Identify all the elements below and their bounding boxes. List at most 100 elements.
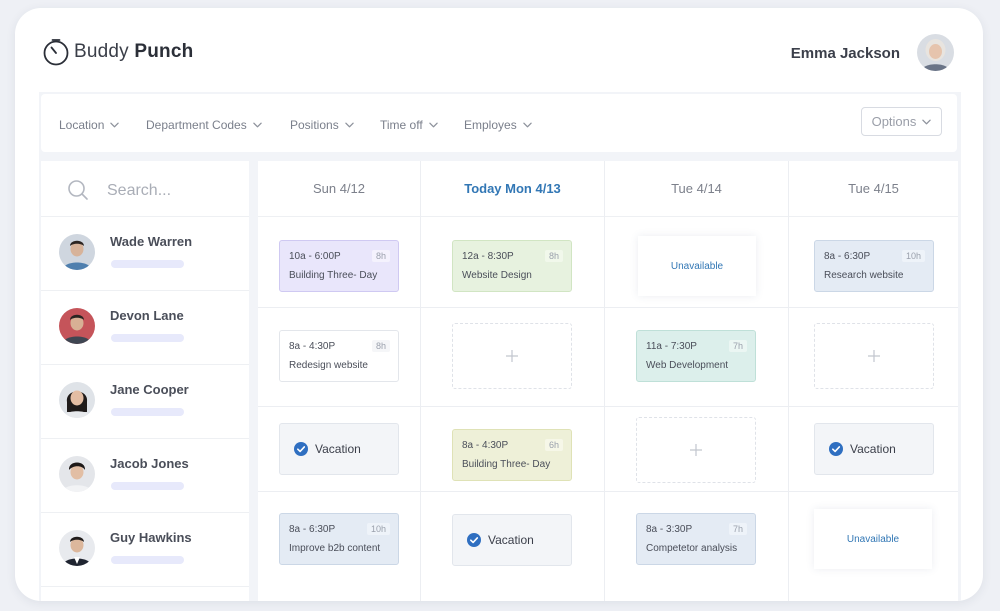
- brand-name-light: Buddy: [74, 41, 129, 62]
- shift-hours-badge: 8h: [371, 340, 390, 352]
- shift-title: Improve b2b content: [289, 543, 381, 554]
- day-header-tue-4-14[interactable]: Tue 4/14: [605, 161, 788, 217]
- shift-title: Building Three- Day: [289, 270, 378, 281]
- employee-row-wade-warren[interactable]: Wade Warren: [41, 217, 249, 291]
- shift-hours-badge: 10h: [901, 250, 925, 262]
- employee-name: Guy Hawkins: [110, 530, 192, 545]
- row-divider: [258, 491, 958, 492]
- vacation-card[interactable]: Vacation: [814, 423, 934, 475]
- search-icon: [68, 180, 88, 200]
- employee-placeholder-bar: [111, 260, 184, 268]
- user-name: Emma Jackson: [790, 45, 900, 62]
- filter-positions[interactable]: Positions: [290, 118, 354, 132]
- avatar: [59, 382, 95, 418]
- shift-card[interactable]: 8a - 4:30P 8h Redesign website: [279, 330, 399, 382]
- scheduler-content: Location Department Codes Positions Time…: [39, 92, 961, 601]
- shift-card[interactable]: 10a - 6:00P 8h Building Three- Day: [279, 240, 399, 292]
- employee-search: [41, 161, 249, 217]
- shift-hours-badge: 8h: [544, 250, 563, 262]
- check-circle-icon: [294, 442, 308, 456]
- app-header: Buddy Punch Emma Jackson: [15, 8, 983, 96]
- shift-title: Website Design: [462, 270, 532, 281]
- vacation-label: Vacation: [315, 442, 361, 456]
- filter-time-off[interactable]: Time off: [380, 118, 438, 132]
- plus-icon: [505, 349, 519, 363]
- day-header-today[interactable]: Today Mon 4/13: [421, 161, 604, 217]
- vacation-card[interactable]: Vacation: [452, 514, 572, 566]
- chevron-down-icon: [345, 122, 354, 128]
- chevron-down-icon: [922, 119, 931, 125]
- add-shift-slot[interactable]: [452, 323, 572, 389]
- shift-card[interactable]: 12a - 8:30P 8h Website Design: [452, 240, 572, 292]
- chevron-down-icon: [110, 122, 119, 128]
- employee-photo-icon: [59, 530, 95, 566]
- brand-logo[interactable]: Buddy Punch: [42, 38, 193, 66]
- employee-row-jacob-jones[interactable]: Jacob Jones: [41, 439, 249, 513]
- shift-hours-badge: 6h: [544, 439, 563, 451]
- filter-department-codes[interactable]: Department Codes: [146, 118, 262, 132]
- column-divider: [420, 161, 421, 601]
- check-circle-icon: [829, 442, 843, 456]
- unavailable-slot[interactable]: Unavailable: [638, 236, 756, 296]
- chevron-down-icon: [523, 122, 532, 128]
- unavailable-slot[interactable]: Unavailable: [814, 509, 932, 569]
- shift-title: Research website: [824, 270, 904, 281]
- brand-name-bold: Punch: [134, 41, 194, 62]
- options-label: Options: [871, 114, 917, 129]
- shift-time: 8a - 6:30P: [824, 251, 871, 262]
- shift-time: 12a - 8:30P: [462, 251, 514, 262]
- filter-location[interactable]: Location: [59, 118, 119, 132]
- shift-card[interactable]: 8a - 6:30P 10h Improve b2b content: [279, 513, 399, 565]
- add-shift-slot[interactable]: [636, 417, 756, 483]
- chevron-down-icon: [429, 122, 438, 128]
- filter-bar: Location Department Codes Positions Time…: [41, 94, 957, 152]
- app-window: Buddy Punch Emma Jackson Location Depart…: [15, 8, 983, 601]
- brand-name: Buddy Punch: [74, 41, 193, 63]
- employee-placeholder-bar: [111, 334, 184, 342]
- day-header-tue-4-15[interactable]: Tue 4/15: [789, 161, 958, 217]
- shift-card[interactable]: 8a - 3:30P 7h Competetor analysis: [636, 513, 756, 565]
- vacation-card[interactable]: Vacation: [279, 423, 399, 475]
- avatar: [59, 308, 95, 344]
- employee-placeholder-bar: [111, 408, 184, 416]
- shift-card[interactable]: 8a - 6:30P 10h Research website: [814, 240, 934, 292]
- employee-row-jane-cooper[interactable]: Jane Cooper: [41, 365, 249, 439]
- employee-name: Wade Warren: [110, 234, 193, 249]
- shift-hours-badge: 7h: [728, 523, 747, 535]
- shift-time: 8a - 4:30P: [289, 341, 336, 352]
- user-avatar[interactable]: [917, 34, 954, 71]
- options-button[interactable]: Options: [861, 107, 942, 136]
- employee-placeholder-bar: [111, 556, 184, 564]
- filter-employes[interactable]: Employes: [464, 118, 532, 132]
- search-input[interactable]: [105, 177, 239, 205]
- check-circle-icon: [467, 533, 481, 547]
- schedule-grid: Sun 4/12 Today Mon 4/13 Tue 4/14 Tue 4/1…: [258, 161, 958, 601]
- filter-label: Positions: [290, 118, 339, 132]
- employee-panel: Wade Warren Devon Lane Jane Cooper: [41, 161, 249, 601]
- add-shift-slot[interactable]: [814, 323, 934, 389]
- filter-label: Employes: [464, 118, 517, 132]
- stopwatch-logo-icon: [43, 39, 69, 66]
- shift-time: 10a - 6:00P: [289, 251, 341, 262]
- shift-time: 11a - 7:30P: [646, 341, 697, 352]
- shift-title: Competetor analysis: [646, 543, 738, 554]
- shift-time: 8a - 3:30P: [646, 524, 693, 535]
- employee-photo-icon: [59, 382, 95, 418]
- vacation-label: Vacation: [488, 533, 534, 547]
- chevron-down-icon: [253, 122, 262, 128]
- avatar: [59, 456, 95, 492]
- employee-row-guy-hawkins[interactable]: Guy Hawkins: [41, 513, 249, 587]
- user-avatar-photo-icon: [917, 34, 954, 71]
- day-header-sun[interactable]: Sun 4/12: [258, 161, 420, 217]
- shift-title: Building Three- Day: [462, 459, 551, 470]
- row-divider: [258, 307, 958, 308]
- employee-row-devon-lane[interactable]: Devon Lane: [41, 291, 249, 365]
- column-divider: [604, 161, 605, 601]
- vacation-label: Vacation: [850, 442, 896, 456]
- employee-photo-icon: [59, 234, 95, 270]
- shift-card[interactable]: 8a - 4:30P 6h Building Three- Day: [452, 429, 572, 481]
- shift-card[interactable]: 11a - 7:30P 7h Web Development: [636, 330, 756, 382]
- shift-hours-badge: 7h: [728, 340, 747, 352]
- avatar: [59, 234, 95, 270]
- column-divider: [788, 161, 789, 601]
